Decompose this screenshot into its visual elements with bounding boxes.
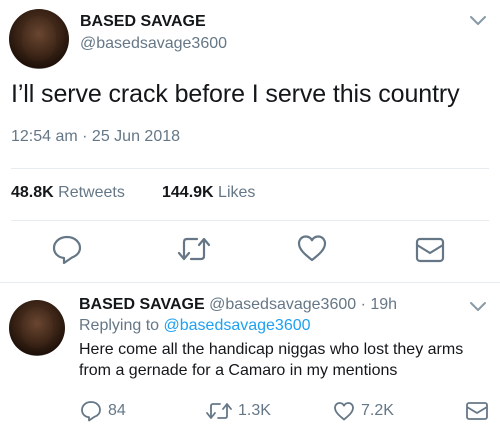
reply-reply-button[interactable]: 84 [79, 399, 126, 423]
reply-share-button[interactable] [465, 401, 489, 421]
tweet-text: I’ll serve crack before I serve this cou… [11, 80, 460, 108]
reply-header: BASED SAVAGE @basedsavage3600 · 19h [79, 296, 489, 314]
chevron-down-icon[interactable] [468, 14, 488, 28]
reply-icon [52, 235, 82, 265]
reply-like-button[interactable]: 7.2K [332, 400, 394, 422]
like-icon [297, 235, 327, 262]
avatar[interactable] [9, 300, 65, 356]
retweets-label: Retweets [58, 184, 125, 201]
retweets-count: 48.8K [11, 184, 54, 201]
like-button[interactable] [295, 232, 329, 264]
share-icon [415, 237, 445, 263]
reply-tweet[interactable]: BASED SAVAGE @basedsavage3600 · 19h Repl… [79, 296, 489, 381]
reply-author-handle[interactable]: @basedsavage3600 [209, 296, 356, 313]
share-icon [466, 402, 488, 420]
likes-count: 144.9K [162, 184, 214, 201]
reply-icon [81, 401, 101, 422]
reply-text-line: from a gernade for a Camaro in my mentio… [79, 362, 398, 379]
avatar[interactable] [9, 9, 69, 69]
tweet-timestamp[interactable]: 12:54 am · 25 Jun 2018 [11, 128, 180, 146]
retweet-icon [177, 237, 211, 261]
reply-button[interactable] [50, 232, 84, 266]
retweet-icon [206, 403, 232, 419]
reply-like-count: 7.2K [361, 402, 394, 419]
replying-to-handle[interactable]: @basedsavage3600 [164, 317, 311, 334]
likes-label: Likes [218, 184, 256, 201]
share-button[interactable] [414, 236, 446, 264]
main-tweet: BASED SAVAGE @basedsavage3600 I’ll serve… [0, 0, 500, 266]
divider [0, 282, 500, 283]
reply-time[interactable]: 19h [370, 296, 397, 313]
reply-dot: · [360, 296, 366, 313]
reply-count: 84 [108, 402, 126, 419]
divider [11, 220, 489, 221]
tweet-actions [0, 232, 500, 272]
replying-to-label: Replying to [79, 317, 160, 334]
chevron-down-icon[interactable] [468, 300, 488, 314]
retweet-button[interactable] [176, 234, 212, 264]
reply-text-line: Here come all the handicap niggas who lo… [79, 341, 464, 358]
reply-text: Here come all the handicap niggas who lo… [79, 339, 489, 381]
author-name[interactable]: BASED SAVAGE [80, 13, 206, 31]
author-handle[interactable]: @basedsavage3600 [80, 35, 227, 53]
reply-retweet-button[interactable]: 1.3K [205, 400, 271, 422]
retweets-stat[interactable]: 48.8K Retweets [11, 184, 125, 202]
reply-retweet-count: 1.3K [238, 402, 271, 419]
replying-to: Replying to @basedsavage3600 [79, 317, 489, 335]
divider [11, 168, 489, 169]
like-icon [334, 402, 354, 421]
reply-author-name[interactable]: BASED SAVAGE [79, 296, 205, 313]
likes-stat[interactable]: 144.9K Likes [162, 184, 255, 202]
